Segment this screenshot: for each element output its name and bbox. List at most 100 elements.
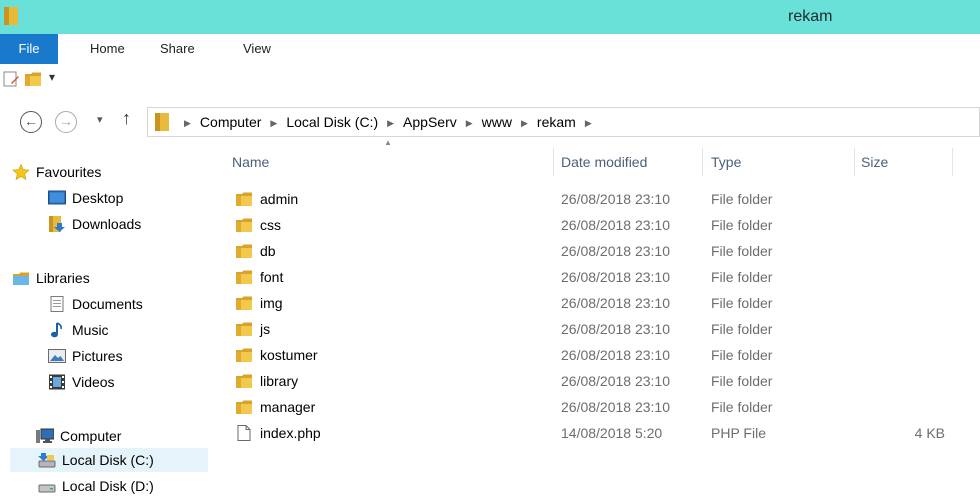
customize-qat-dropdown[interactable]: ▾ bbox=[49, 70, 55, 84]
crumb-computer[interactable]: Computer bbox=[200, 114, 261, 130]
crumb-local-disk-c[interactable]: Local Disk (C:) bbox=[286, 114, 378, 130]
column-header-type[interactable]: Type bbox=[711, 150, 741, 174]
address-bar[interactable]: ▶ Computer ▶ Local Disk (C:) ▶ AppServ ▶ www ▶ re… bbox=[147, 107, 980, 137]
properties-icon[interactable] bbox=[2, 70, 20, 88]
breadcrumb-separator[interactable]: ▶ bbox=[270, 118, 277, 128]
breadcrumb-separator[interactable]: ▶ bbox=[521, 118, 528, 128]
videos-icon bbox=[49, 374, 65, 390]
file-date: 14/08/2018 5:20 bbox=[561, 425, 663, 441]
tab-share[interactable]: Share bbox=[160, 34, 195, 64]
folder-icon bbox=[235, 269, 253, 285]
column-divider[interactable] bbox=[952, 148, 953, 176]
column-header-size[interactable]: Size bbox=[861, 150, 888, 174]
drive-c-icon bbox=[38, 453, 56, 468]
up-button[interactable]: ↑ bbox=[122, 108, 131, 129]
file-type: File folder bbox=[711, 243, 773, 259]
breadcrumb-separator[interactable]: ▶ bbox=[585, 118, 592, 128]
column-divider[interactable] bbox=[702, 148, 703, 176]
nav-videos-label: Videos bbox=[72, 374, 115, 390]
column-divider[interactable] bbox=[553, 148, 554, 176]
folder-icon bbox=[155, 113, 169, 131]
nav-music-label: Music bbox=[72, 322, 109, 338]
address-row: ← → ▾ ↑ ▶ Computer ▶ Local Disk (C:) ▶ AppSer… bbox=[0, 104, 980, 142]
folder-icon bbox=[235, 191, 253, 207]
nav-pictures-label: Pictures bbox=[72, 348, 123, 364]
recent-locations-dropdown[interactable]: ▾ bbox=[97, 113, 103, 126]
window-title: rekam bbox=[788, 8, 833, 25]
file-name: manager bbox=[260, 399, 316, 415]
navigation-pane: Favourites Desktop Downloads Libraries D… bbox=[0, 150, 220, 500]
tab-home[interactable]: Home bbox=[90, 34, 125, 64]
nav-favourites-label: Favourites bbox=[36, 164, 102, 180]
file-date: 26/08/2018 23:10 bbox=[561, 399, 670, 415]
file-name: js bbox=[260, 321, 271, 337]
folder-icon bbox=[235, 399, 253, 415]
table-row[interactable]: kostumer 26/08/2018 23:10 File folder bbox=[232, 342, 952, 368]
file-date: 26/08/2018 23:10 bbox=[561, 243, 670, 259]
column-header-name[interactable]: Name bbox=[232, 150, 269, 174]
breadcrumb: ▶ Computer ▶ Local Disk (C:) ▶ AppServ ▶ www ▶ re… bbox=[175, 108, 601, 136]
file-name: admin bbox=[260, 191, 299, 207]
crumb-appserv[interactable]: AppServ bbox=[403, 114, 457, 130]
table-row[interactable]: css 26/08/2018 23:10 File folder bbox=[232, 212, 952, 238]
nav-documents-label: Documents bbox=[72, 296, 143, 312]
file-type: File folder bbox=[711, 399, 773, 415]
file-type: PHP File bbox=[711, 425, 766, 441]
file-type: File folder bbox=[711, 295, 773, 311]
forward-button[interactable]: → bbox=[55, 111, 77, 133]
tab-view[interactable]: View bbox=[243, 34, 271, 64]
table-row[interactable]: db 26/08/2018 23:10 File folder bbox=[232, 238, 952, 264]
table-row[interactable]: js 26/08/2018 23:10 File folder bbox=[232, 316, 952, 342]
file-name: library bbox=[260, 373, 299, 389]
folder-icon bbox=[235, 347, 253, 363]
sort-ascending-icon: ▲ bbox=[384, 138, 392, 147]
file-date: 26/08/2018 23:10 bbox=[561, 269, 670, 285]
nav-local-disk-c[interactable]: Local Disk (C:) bbox=[10, 448, 208, 472]
file-name: img bbox=[260, 295, 283, 311]
file-name: css bbox=[260, 217, 281, 233]
file-type: File folder bbox=[711, 269, 773, 285]
file-name: index.php bbox=[260, 425, 321, 441]
libraries-icon bbox=[13, 272, 29, 285]
quick-access-toolbar: ▾ bbox=[0, 64, 980, 94]
column-divider[interactable] bbox=[854, 148, 855, 176]
file-date: 26/08/2018 23:10 bbox=[561, 191, 670, 207]
nav-downloads-label: Downloads bbox=[72, 216, 142, 232]
file-name: font bbox=[260, 269, 284, 285]
star-icon bbox=[12, 164, 30, 180]
column-header-date[interactable]: Date modified bbox=[561, 150, 647, 174]
file-name: db bbox=[260, 243, 276, 259]
folder-icon bbox=[235, 295, 253, 311]
title-bar: rekam bbox=[0, 0, 980, 34]
table-row[interactable]: index.php 14/08/2018 5:20 PHP File 4 KB bbox=[232, 420, 952, 446]
file-type: File folder bbox=[711, 347, 773, 363]
nav-local-disk-c-label: Local Disk (C:) bbox=[62, 452, 154, 468]
table-row[interactable]: admin 26/08/2018 23:10 File folder bbox=[232, 186, 952, 212]
file-type: File folder bbox=[711, 321, 773, 337]
file-type: File folder bbox=[711, 217, 773, 233]
drive-d-icon bbox=[38, 484, 56, 493]
folder-icon bbox=[235, 321, 253, 337]
folder-icon bbox=[4, 7, 18, 25]
tab-file[interactable]: File bbox=[0, 34, 58, 64]
table-row[interactable]: manager 26/08/2018 23:10 File folder bbox=[232, 394, 952, 420]
breadcrumb-separator[interactable]: ▶ bbox=[466, 118, 473, 128]
breadcrumb-separator[interactable]: ▶ bbox=[387, 118, 394, 128]
nav-desktop-label: Desktop bbox=[72, 190, 124, 206]
nav-local-disk-d-label: Local Disk (D:) bbox=[62, 478, 154, 494]
computer-icon bbox=[36, 428, 54, 443]
back-button[interactable]: ← bbox=[20, 111, 42, 133]
file-type: File folder bbox=[711, 191, 773, 207]
breadcrumb-separator[interactable]: ▶ bbox=[184, 118, 191, 128]
crumb-rekam[interactable]: rekam bbox=[537, 114, 576, 130]
file-date: 26/08/2018 23:10 bbox=[561, 295, 670, 311]
table-row[interactable]: font 26/08/2018 23:10 File folder bbox=[232, 264, 952, 290]
file-type: File folder bbox=[711, 373, 773, 389]
table-row[interactable]: img 26/08/2018 23:10 File folder bbox=[232, 290, 952, 316]
table-row[interactable]: library 26/08/2018 23:10 File folder bbox=[232, 368, 952, 394]
file-name: kostumer bbox=[260, 347, 318, 363]
file-icon bbox=[237, 425, 251, 441]
crumb-www[interactable]: www bbox=[482, 114, 512, 130]
file-date: 26/08/2018 23:10 bbox=[561, 347, 670, 363]
new-folder-icon[interactable] bbox=[24, 70, 42, 88]
